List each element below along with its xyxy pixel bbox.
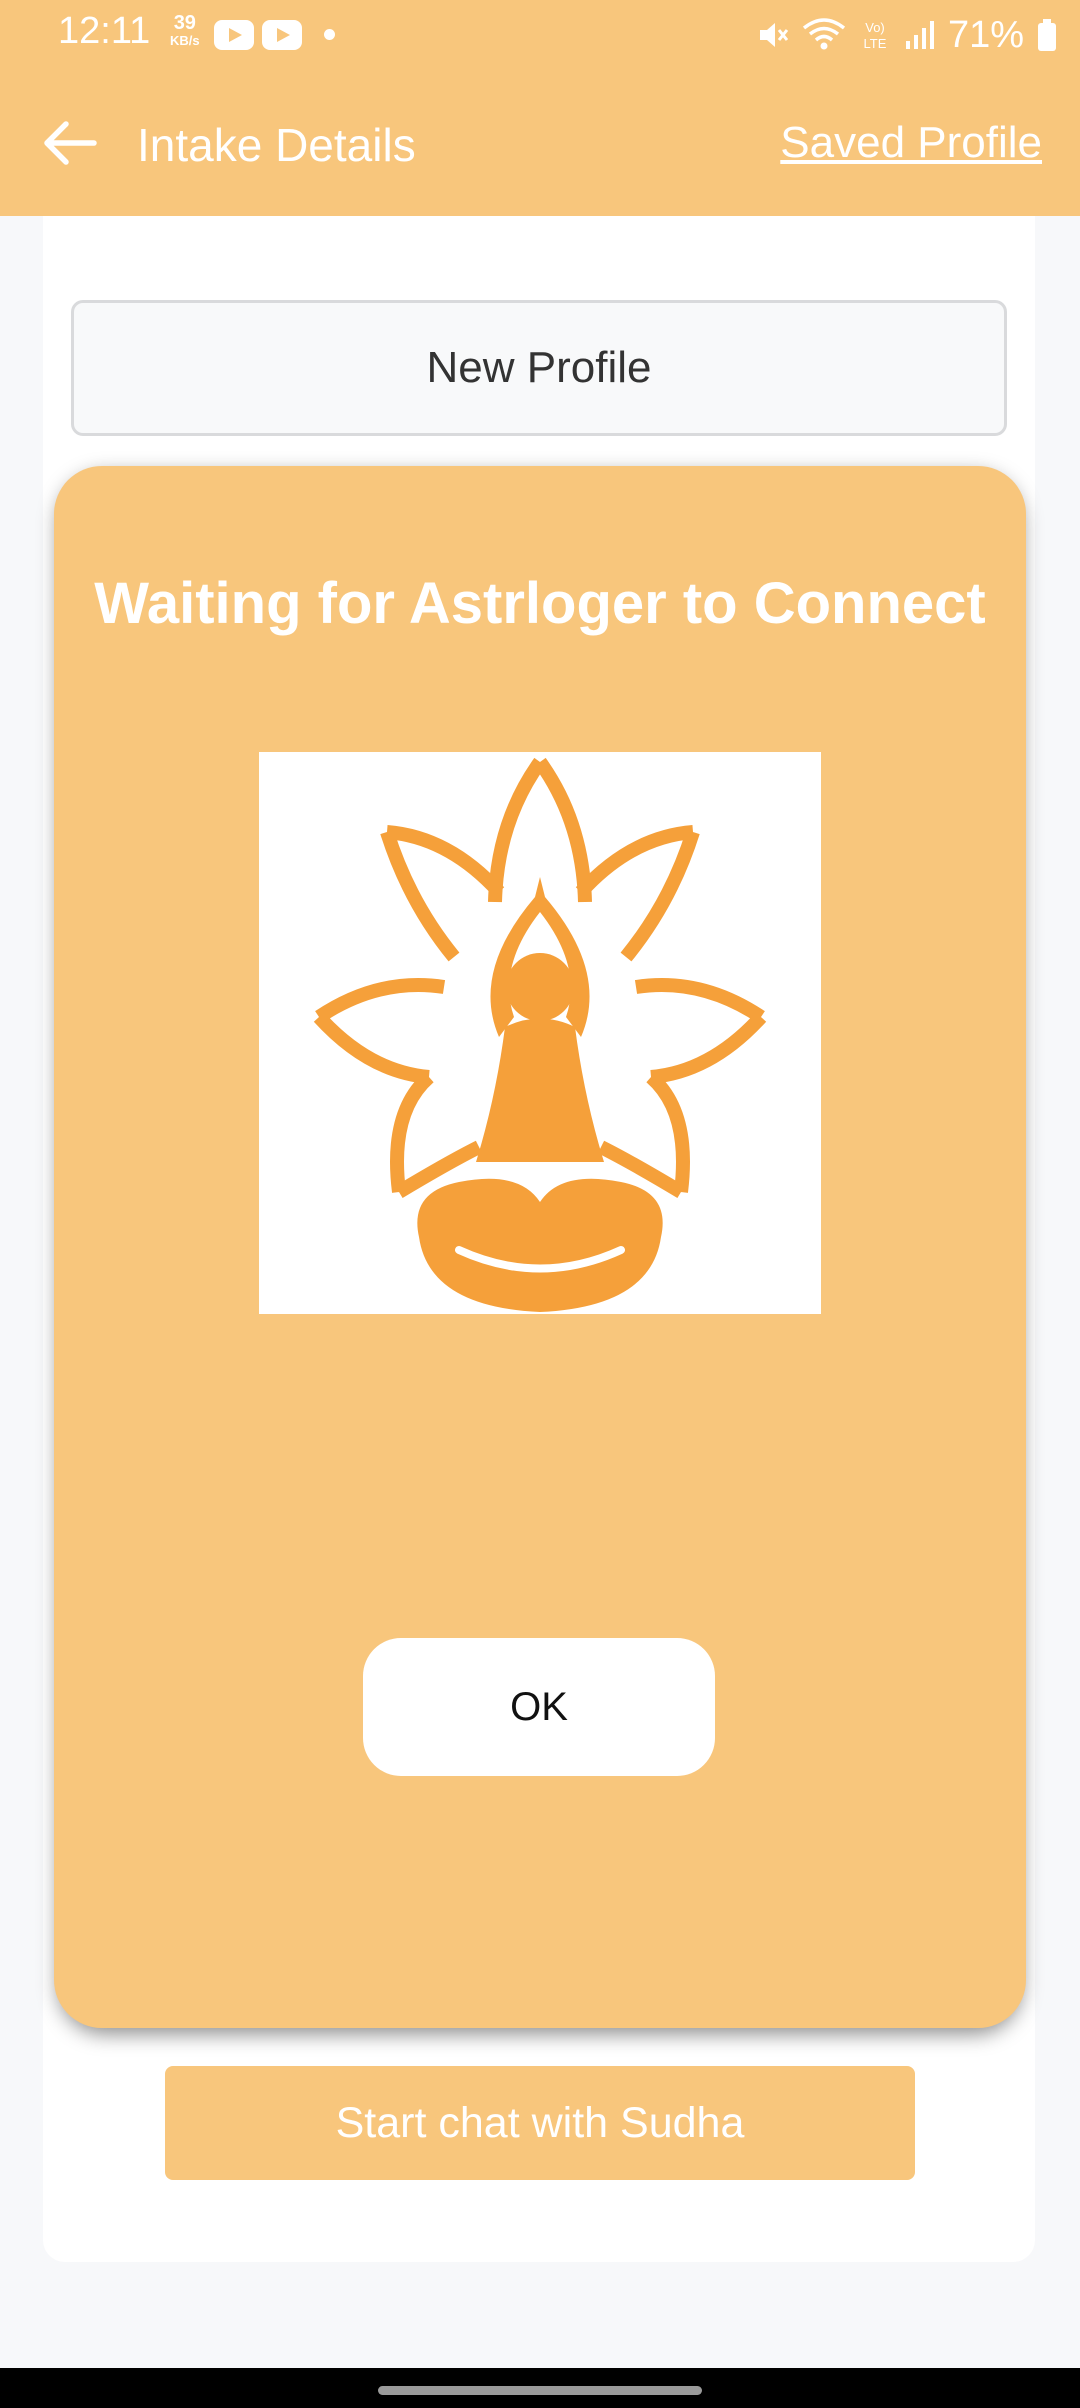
ok-button[interactable]: OK [363,1638,715,1776]
dialog-title: Waiting for Astrloger to Connect [94,571,986,636]
youtube-notification-icon [262,20,302,50]
mute-icon [756,18,790,52]
waiting-dialog: Waiting for Astrloger to Connect OK [54,466,1026,2028]
back-arrow-icon[interactable] [40,118,100,168]
signal-icon [904,19,936,51]
start-chat-button[interactable]: Start chat with Sudha [165,2066,915,2180]
new-profile-button[interactable]: New Profile [71,300,1007,436]
saved-profile-link[interactable]: Saved Profile [780,118,1042,168]
page-title: Intake Details [137,119,416,171]
svg-text:LTE: LTE [863,36,886,51]
more-notifications-dot-icon [324,29,335,40]
system-nav-bar [0,2368,1080,2408]
volte-icon: Vo) LTE [858,18,892,52]
network-speed-unit: KB/s [170,33,200,48]
app-bar: Intake Details Saved Profile [0,70,1080,216]
battery-level: 71% [947,13,1024,56]
network-speed: 39 KB/s [170,12,200,50]
youtube-notification-icon [214,20,254,50]
status-time: 12:11 [58,10,151,52]
battery-icon [1036,18,1058,52]
svg-text:Vo): Vo) [865,20,885,35]
wifi-icon [802,18,846,52]
network-speed-value: 39 [173,12,196,34]
status-bar: 12:11 39 KB/s Vo) LTE 71% [0,0,1080,70]
home-gesture-handle[interactable] [378,2386,702,2395]
yoga-logo-image [259,752,821,1314]
